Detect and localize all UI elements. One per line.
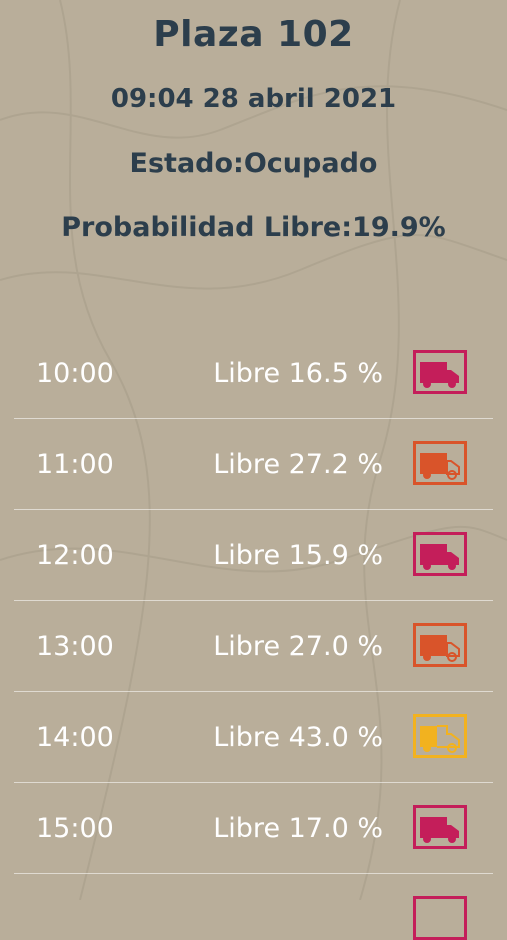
truck-partial-icon — [413, 441, 467, 485]
forecast-free-percent: Libre 27.0 % — [213, 631, 383, 662]
hourly-forecast-list: 10:00 Libre 16.5 % 11:00 Libre 27.2 % 12… — [14, 328, 493, 940]
truck-half-icon — [413, 714, 467, 758]
current-datetime: 09:04 28 abril 2021 — [110, 84, 397, 114]
forecast-time: 13:00 — [36, 631, 114, 662]
forecast-free-percent: Libre 17.0 % — [213, 813, 383, 844]
truck-full-icon — [413, 896, 467, 940]
forecast-row[interactable]: 12:00 Libre 15.9 % — [14, 510, 493, 601]
forecast-row[interactable]: 11:00 Libre 27.2 % — [14, 419, 493, 510]
free-probability: Probabilidad Libre:19.9% — [61, 212, 446, 243]
truck-full-icon — [413, 532, 467, 576]
forecast-time: 15:00 — [36, 813, 114, 844]
truck-full-icon — [413, 350, 467, 394]
forecast-row-partial[interactable] — [14, 874, 493, 940]
forecast-row[interactable]: 15:00 Libre 17.0 % — [14, 783, 493, 874]
truck-partial-icon — [413, 623, 467, 667]
forecast-time: 14:00 — [36, 722, 114, 753]
forecast-time: 10:00 — [36, 358, 114, 389]
forecast-time: 11:00 — [36, 449, 114, 480]
forecast-free-percent: Libre 27.2 % — [213, 449, 383, 480]
forecast-time: 12:00 — [36, 540, 114, 571]
truck-full-icon — [413, 805, 467, 849]
forecast-free-percent: Libre 16.5 % — [213, 358, 383, 389]
forecast-row[interactable]: 14:00 Libre 43.0 % — [14, 692, 493, 783]
forecast-free-percent: Libre 15.9 % — [213, 540, 383, 571]
status-text: Estado:Ocupado — [129, 148, 378, 179]
forecast-row[interactable]: 10:00 Libre 16.5 % — [14, 328, 493, 419]
forecast-row[interactable]: 13:00 Libre 27.0 % — [14, 601, 493, 692]
page-title: Plaza 102 — [153, 14, 354, 55]
forecast-free-percent: Libre 43.0 % — [213, 722, 383, 753]
